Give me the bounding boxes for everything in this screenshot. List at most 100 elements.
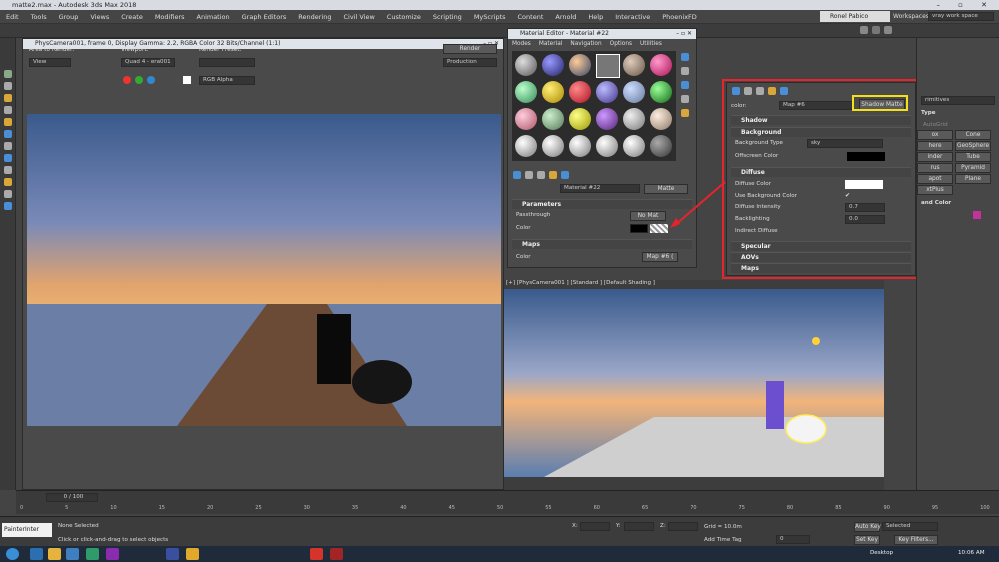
window-controls[interactable]: – ▫ ✕ [936, 0, 995, 10]
tool-icon[interactable] [3, 118, 12, 126]
menu-item[interactable]: Content [512, 13, 550, 21]
tool-icon[interactable] [3, 142, 12, 150]
viewport-label[interactable]: [+] [PhysCamera001 ] [Standard ] [Defaul… [506, 280, 655, 286]
sample-slot[interactable] [623, 135, 645, 157]
mat-tool-icon[interactable] [548, 171, 557, 179]
mat-tool-icon[interactable] [524, 171, 533, 179]
sample-slot[interactable] [650, 54, 672, 76]
passthrough-button[interactable]: No Mat [630, 211, 666, 221]
pyramid-button[interactable]: Pyramid [955, 163, 991, 173]
sample-slot[interactable] [569, 81, 591, 103]
channel-dropdown[interactable]: RGB Alpha [199, 76, 255, 85]
material-name-field[interactable]: Material #22 [560, 184, 640, 193]
red-channel-icon[interactable] [123, 76, 131, 84]
workspace-dropdown[interactable]: vray work space [928, 12, 994, 21]
preset-dropdown[interactable] [199, 58, 255, 67]
sample-slot[interactable] [515, 54, 537, 76]
menu-item[interactable]: Interactive [609, 13, 656, 21]
toolbar-icon[interactable] [871, 26, 880, 34]
y-field[interactable] [624, 522, 654, 531]
tool-icon[interactable] [3, 94, 12, 102]
sample-slot[interactable] [542, 135, 564, 157]
maps-rollout[interactable]: Maps [512, 239, 692, 249]
mat-tool-icon[interactable] [560, 171, 569, 179]
frame-field[interactable]: 0 [776, 535, 810, 544]
textplus-button[interactable]: xtPlus [917, 185, 953, 195]
sphere-button[interactable]: here [917, 141, 953, 151]
tool-icon[interactable] [3, 70, 12, 78]
taskbar-app-icon[interactable] [186, 548, 199, 560]
alpha-swatch-icon[interactable] [183, 76, 191, 84]
box-button[interactable]: ox [917, 130, 953, 140]
tool-icon[interactable] [3, 154, 12, 162]
sample-slot[interactable] [650, 108, 672, 130]
sample-slot[interactable] [515, 135, 537, 157]
checker-map-icon[interactable] [650, 224, 668, 233]
sample-slot[interactable] [542, 54, 564, 76]
taskbar-app-icon[interactable] [166, 548, 179, 560]
side-tool-icon[interactable] [681, 81, 689, 89]
tool-icon[interactable] [3, 106, 12, 114]
color-swatch[interactable] [630, 224, 648, 233]
sample-slot[interactable] [542, 108, 564, 130]
taskbar-app-icon[interactable] [66, 548, 79, 560]
camera-viewport[interactable]: [+] [PhysCamera001 ] [Standard ] [Defaul… [504, 280, 884, 490]
set-key-button[interactable]: Set Key [854, 535, 880, 545]
menu-item[interactable]: Help [582, 13, 609, 21]
params-rollout[interactable]: Parameters [512, 199, 692, 209]
menu-item[interactable]: Create [115, 13, 149, 21]
timeline[interactable]: 0 / 100 0 5 10 15 20 25 30 35 40 45 50 5… [16, 490, 999, 514]
toolbar-icon[interactable] [860, 26, 868, 34]
cylinder-button[interactable]: inder [917, 152, 953, 162]
geosphere-button[interactable]: GeoSphere [955, 141, 991, 151]
sample-slot[interactable] [569, 54, 591, 76]
mat-menu-item[interactable]: Navigation [566, 39, 605, 49]
menu-item[interactable]: Graph Editors [236, 13, 293, 21]
sample-slot[interactable] [542, 81, 564, 103]
maps-color-button[interactable]: Map #6 ( [642, 252, 678, 262]
side-tool-icon[interactable] [681, 67, 689, 75]
sample-slot[interactable] [569, 108, 591, 130]
autogrid-checkbox[interactable]: AutoGrid [923, 122, 948, 128]
mat-menu-item[interactable]: Options [606, 39, 636, 49]
sample-slot[interactable] [650, 135, 672, 157]
mat-menu-item[interactable]: Material [535, 39, 567, 49]
tool-icon[interactable] [3, 130, 12, 138]
tool-icon[interactable] [3, 190, 12, 198]
plane-button[interactable]: Plane [955, 174, 991, 184]
menu-item[interactable]: MyScripts [468, 13, 512, 21]
sample-slot[interactable] [596, 108, 618, 130]
menu-item[interactable]: Group [53, 13, 85, 21]
side-tool-icon[interactable] [681, 53, 689, 61]
taskbar-app-icon[interactable] [106, 548, 119, 560]
menu-item[interactable]: Customize [381, 13, 427, 21]
tool-icon[interactable] [3, 202, 12, 210]
mat-menu-item[interactable]: Modes [508, 39, 535, 49]
x-field[interactable] [580, 522, 610, 531]
start-button-icon[interactable] [6, 548, 19, 560]
menu-item[interactable]: Views [84, 13, 115, 21]
mat-tool-icon[interactable] [513, 171, 521, 179]
torus-button[interactable]: rus [917, 163, 953, 173]
menu-item[interactable]: Civil View [337, 13, 380, 21]
cone-button[interactable]: Cone [955, 130, 991, 140]
taskbar-app-icon[interactable] [48, 548, 61, 560]
add-time-tag[interactable]: Add Time Tag [704, 537, 742, 543]
menu-item[interactable]: Animation [191, 13, 236, 21]
blue-channel-icon[interactable] [147, 76, 155, 84]
side-tool-icon[interactable] [681, 109, 689, 117]
taskbar-app-icon[interactable] [310, 548, 323, 560]
menu-item[interactable]: Edit [0, 13, 25, 21]
toolbar-icon[interactable] [883, 26, 892, 34]
mat-menu-item[interactable]: Utilities [636, 39, 666, 49]
green-channel-icon[interactable] [135, 76, 143, 84]
object-color-swatch[interactable] [973, 211, 981, 219]
taskbar-app-icon[interactable] [30, 548, 43, 560]
menu-item[interactable]: Arnold [549, 13, 582, 21]
sample-slot[interactable] [569, 135, 591, 157]
painter-inter-box[interactable]: PainterInter [2, 523, 52, 537]
auto-key-button[interactable]: Auto Key [854, 522, 881, 532]
frame-counter[interactable]: 0 / 100 [46, 493, 98, 502]
taskbar-app-icon[interactable] [86, 548, 99, 560]
menu-item[interactable]: Scripting [427, 13, 468, 21]
